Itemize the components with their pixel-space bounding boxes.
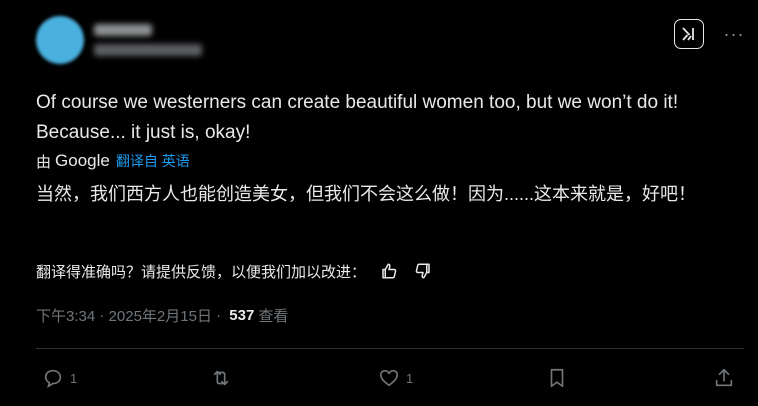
bookmark-icon [550, 368, 564, 388]
retweet-button[interactable] [210, 362, 232, 394]
tweet-meta: 下午3:34 · 2025年2月15日 · 537 查看 [36, 303, 288, 327]
bookmark-button[interactable] [546, 362, 568, 394]
meta-separator: · [95, 306, 109, 324]
translation-feedback: 翻译得准确吗？请提供反馈，以便我们加以改进： [36, 258, 434, 284]
tweet-header: ··· [36, 14, 743, 64]
avatar[interactable] [36, 16, 84, 64]
retweet-icon [213, 370, 229, 386]
thumbs-up-button[interactable] [378, 260, 400, 282]
share-icon [715, 368, 733, 387]
reply-button[interactable]: 1 [42, 362, 77, 394]
more-icon: ··· [723, 23, 745, 44]
grok-button[interactable] [674, 19, 704, 49]
author-name-redacted [94, 24, 152, 36]
reply-count: 1 [70, 370, 78, 386]
more-options-button[interactable]: ··· [722, 22, 746, 46]
like-count: 1 [406, 370, 414, 386]
thumbs-up-icon [382, 263, 397, 279]
translated-text: 当然，我们西方人也能创造美女，但我们不会这么做！因为......这本来就是，好吧… [36, 184, 697, 204]
tweet-detail: ··· Of course we westerners can create b… [0, 0, 758, 406]
heart-icon [379, 369, 399, 387]
tweet-text: Of course we westerners can create beaut… [36, 92, 679, 143]
meta-separator: · [211, 306, 226, 324]
feedback-prompt: 翻译得准确吗？请提供反馈，以便我们加以改进： [36, 263, 367, 281]
action-bar: 1 1 [36, 362, 744, 394]
reply-icon [44, 369, 62, 388]
grok-icon [682, 27, 694, 41]
translated-from-link[interactable]: 翻译自 英语 [116, 151, 190, 171]
translated-by-label: 由 [36, 153, 52, 171]
divider [36, 348, 744, 349]
thumbs-down-button[interactable] [412, 260, 434, 282]
author-handle-redacted [94, 44, 202, 56]
share-button[interactable] [713, 362, 735, 394]
google-logo: Google [55, 151, 110, 170]
view-count: 537 [229, 306, 255, 324]
thumbs-down-icon [415, 263, 430, 279]
tweet-date[interactable]: 2025年2月15日 [109, 305, 212, 326]
author-block[interactable] [94, 24, 202, 56]
views-label: 查看 [258, 307, 289, 325]
tweet-time[interactable]: 下午3:34 [36, 305, 95, 326]
translation-attribution: 由 Google 翻译自 英语 [36, 149, 190, 173]
like-button[interactable]: 1 [378, 362, 413, 394]
